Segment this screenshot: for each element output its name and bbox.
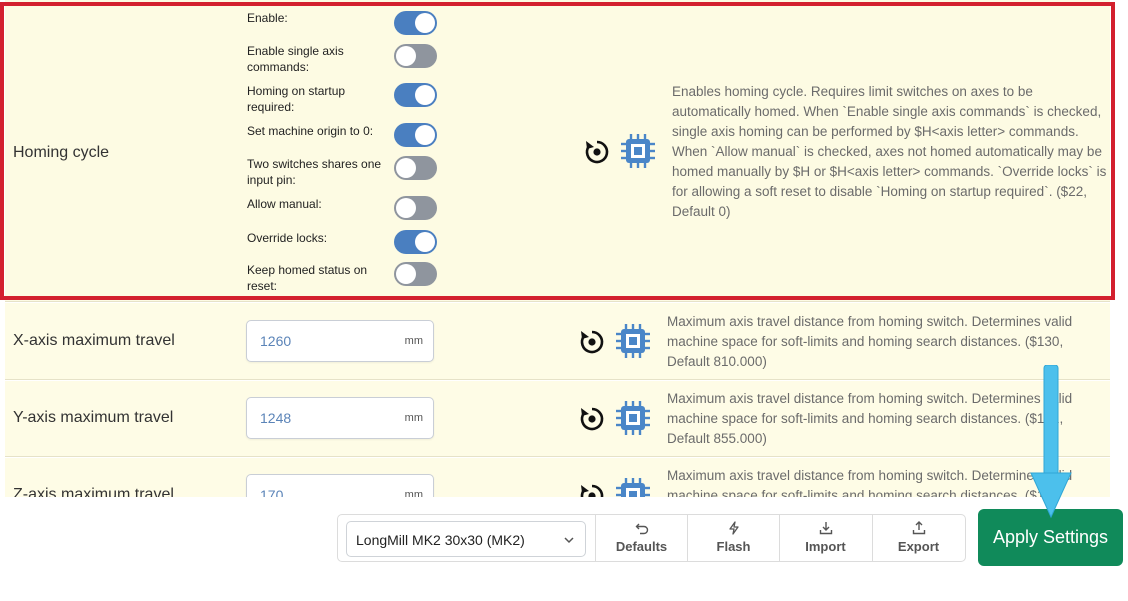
export-button[interactable]: Export — [872, 515, 964, 561]
toggle-two-switches[interactable] — [394, 156, 437, 180]
toggle-knob — [396, 198, 416, 218]
toggle-label: Override locks: — [247, 231, 328, 245]
toggle-knob — [396, 158, 416, 178]
toggle-item-keep-homed: Keep homed status on reset: — [247, 262, 437, 294]
toggle-knob — [415, 13, 435, 33]
toggle-override-locks[interactable] — [394, 230, 437, 254]
profile-value: LongMill MK2 30x30 (MK2) — [356, 532, 525, 548]
setting-description: Enables homing cycle. Requires limit swi… — [672, 84, 1107, 219]
input-value: 170 — [260, 487, 284, 497]
reset-icon[interactable] — [578, 482, 606, 497]
unit-label: mm — [404, 412, 423, 424]
toggle-label: Keep homed status on reset: — [247, 263, 368, 293]
upload-icon — [912, 521, 925, 535]
import-button[interactable]: Import — [779, 515, 871, 561]
setting-row-x-axis-travel: X-axis maximum travel 1260 mm Maximum ax… — [5, 303, 1110, 380]
toggle-keep-homed[interactable] — [394, 262, 437, 286]
flash-icon — [728, 521, 739, 535]
input-value: 1260 — [260, 333, 292, 349]
toggle-knob — [415, 125, 435, 145]
row-actions — [578, 399, 654, 437]
setting-row-z-axis-travel: Z-axis maximum travel 170 mm Maximum axi… — [5, 458, 1110, 497]
reset-icon[interactable] — [583, 138, 611, 166]
toggle-single-axis[interactable] — [394, 44, 437, 68]
row-actions — [583, 132, 659, 170]
toggle-enable[interactable] — [394, 11, 437, 35]
apply-settings-button[interactable]: Apply Settings — [978, 509, 1123, 566]
settings-list: Homing cycle Enable: Enable single axis … — [0, 0, 1128, 497]
chip-icon[interactable] — [619, 132, 657, 170]
setting-label: Y-axis maximum travel — [13, 409, 174, 426]
x-axis-travel-input[interactable]: 1260 mm — [246, 320, 434, 362]
row-actions — [578, 322, 654, 360]
chevron-down-icon — [564, 537, 574, 544]
toggle-knob — [396, 46, 416, 66]
toggle-label: Enable single axis commands: — [247, 44, 344, 74]
button-label: Defaults — [615, 539, 668, 554]
chip-icon[interactable] — [614, 322, 652, 360]
toggle-set-origin[interactable] — [394, 123, 437, 147]
button-label: Import — [805, 539, 846, 554]
toggle-label: Two switches shares one input pin: — [247, 157, 382, 187]
undo-icon — [635, 523, 648, 535]
y-axis-travel-input[interactable]: 1248 mm — [246, 397, 434, 439]
toggle-item-allow-manual: Allow manual: — [247, 196, 437, 228]
flash-button[interactable]: Flash — [687, 515, 779, 561]
setting-description: Maximum axis travel distance from homing… — [667, 314, 1073, 369]
button-label: Flash — [716, 539, 751, 554]
button-label: Export — [897, 539, 940, 554]
download-icon — [819, 522, 832, 535]
toggle-label: Set machine origin to 0: — [247, 124, 374, 138]
machine-profile-select[interactable]: LongMill MK2 30x30 (MK2) — [346, 521, 586, 557]
setting-label: X-axis maximum travel — [13, 332, 175, 349]
chip-icon[interactable] — [614, 399, 652, 437]
toggle-item-homing-startup: Homing on startup required: — [247, 83, 437, 115]
toggle-homing-startup[interactable] — [394, 83, 437, 107]
toggle-label: Homing on startup required: — [247, 84, 346, 114]
toggle-knob — [415, 85, 435, 105]
setting-description: Maximum axis travel distance from homing… — [667, 391, 1073, 446]
toggle-label: Allow manual: — [247, 197, 322, 211]
toggle-label: Enable: — [247, 11, 288, 25]
setting-label: Homing cycle — [13, 144, 110, 161]
toggle-knob — [415, 232, 435, 252]
chip-icon[interactable] — [614, 476, 652, 497]
toggle-item-set-origin: Set machine origin to 0: — [247, 123, 437, 155]
setting-row-y-axis-travel: Y-axis maximum travel 1248 mm Maximum ax… — [5, 381, 1110, 457]
unit-label: mm — [404, 489, 423, 497]
unit-label: mm — [404, 335, 423, 347]
setting-row-homing-cycle: Homing cycle Enable: Enable single axis … — [5, 0, 1110, 302]
toggle-item-two-switches: Two switches shares one input pin: — [247, 156, 437, 188]
toggle-knob — [396, 264, 416, 284]
setting-label: Z-axis maximum travel — [13, 486, 174, 497]
toggle-item-single-axis: Enable single axis commands: — [247, 43, 437, 75]
toggle-item-enable: Enable: — [247, 10, 437, 42]
settings-action-bar: LongMill MK2 30x30 (MK2) Defaults Flash … — [0, 497, 1128, 601]
reset-icon[interactable] — [578, 328, 606, 356]
defaults-button[interactable]: Defaults — [595, 515, 687, 561]
input-value: 1248 — [260, 410, 292, 426]
toolbar: LongMill MK2 30x30 (MK2) Defaults Flash … — [337, 514, 966, 562]
toggle-allow-manual[interactable] — [394, 196, 437, 220]
row-actions — [578, 476, 654, 497]
z-axis-travel-input[interactable]: 170 mm — [246, 474, 434, 497]
toggle-item-override-locks: Override locks: — [247, 230, 437, 262]
reset-icon[interactable] — [578, 405, 606, 433]
setting-description: Maximum axis travel distance from homing… — [667, 468, 1073, 497]
